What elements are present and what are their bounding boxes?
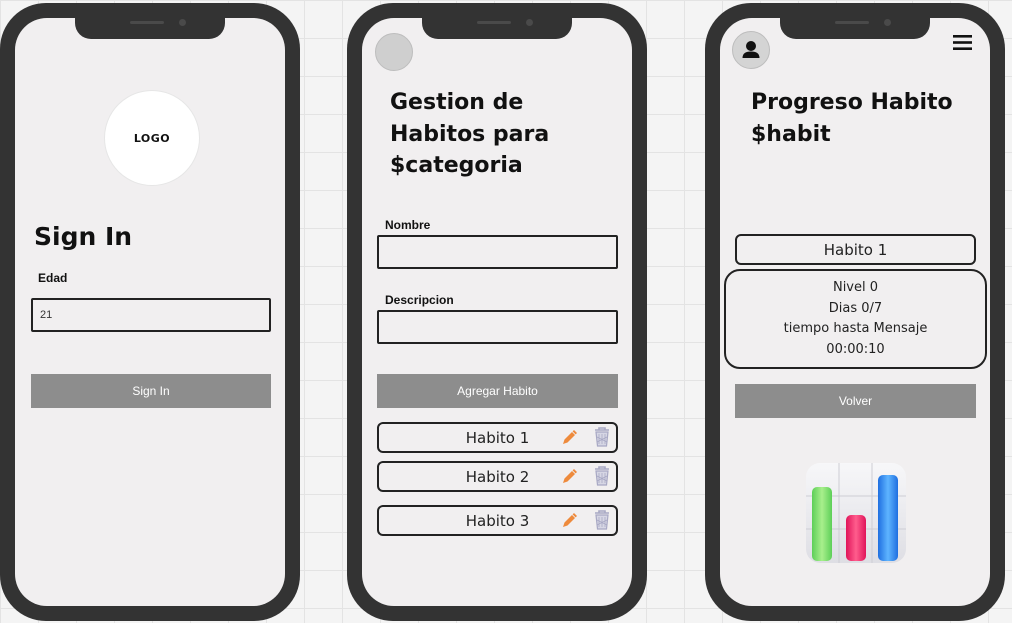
logo: LOGO xyxy=(104,90,200,186)
phone-habits: Gestion de Habitos para $categoria Nombr… xyxy=(347,3,647,621)
habits-title-line1: Gestion de xyxy=(390,90,524,115)
trash-icon[interactable] xyxy=(592,465,612,491)
name-label: Nombre xyxy=(385,218,431,232)
bar-chart-icon xyxy=(806,463,906,563)
name-input[interactable] xyxy=(377,235,618,269)
add-habit-button[interactable]: Agregar Habito xyxy=(377,374,618,408)
hamburger-menu-icon[interactable] xyxy=(953,34,972,51)
trash-icon[interactable] xyxy=(592,426,612,452)
age-input[interactable]: 21 xyxy=(31,298,271,332)
habit-item-label: Habito 2 xyxy=(465,467,530,486)
avatar[interactable] xyxy=(375,33,413,71)
phone-progress: Progreso Habito $habit Habito 1 Nivel 0 … xyxy=(705,3,1005,621)
notch xyxy=(780,13,930,39)
signin-button[interactable]: Sign In xyxy=(31,374,271,408)
habit-item-label: Habito 3 xyxy=(465,511,530,530)
time-label: tiempo hasta Mensaje xyxy=(783,321,928,336)
habit-item[interactable]: Habito 2 xyxy=(377,461,618,492)
notch xyxy=(75,13,225,39)
habit-item-label: Habito 1 xyxy=(465,428,530,447)
habits-title-line3: $categoria xyxy=(390,153,523,178)
user-icon[interactable] xyxy=(732,31,770,69)
description-input[interactable] xyxy=(377,310,618,344)
days-text: Dias 0/7 xyxy=(828,300,883,316)
habit-stats-box: Nivel 0 Dias 0/7 tiempo hasta Mensaje 00… xyxy=(724,269,987,369)
pencil-icon[interactable] xyxy=(560,427,578,451)
trash-icon[interactable] xyxy=(592,509,612,535)
time-value: 00:00:10 xyxy=(826,341,885,357)
pencil-icon[interactable] xyxy=(560,466,578,490)
progress-title-line2: $habit xyxy=(751,121,831,147)
signin-title: Sign In xyxy=(34,222,133,251)
pencil-icon[interactable] xyxy=(560,510,578,534)
level-text: Nivel 0 xyxy=(832,280,879,295)
habits-title-line2: Habitos para xyxy=(390,121,550,147)
phone-signin: LOGO Sign In Edad 21 Sign In xyxy=(0,3,300,621)
notch xyxy=(422,13,572,39)
habit-name-box: Habito 1 xyxy=(735,234,976,265)
habits-title: Gestion de Habitos para $categoria xyxy=(390,87,549,182)
progress-title: Progreso Habito $habit xyxy=(751,87,953,150)
progress-title-line1: Progreso Habito xyxy=(751,90,953,115)
signin-screen: LOGO Sign In Edad 21 Sign In xyxy=(15,18,285,606)
habits-screen: Gestion de Habitos para $categoria Nombr… xyxy=(362,18,632,606)
habit-name: Habito 1 xyxy=(823,240,888,259)
description-label: Descripcion xyxy=(385,293,454,307)
back-button[interactable]: Volver xyxy=(735,384,976,418)
age-label: Edad xyxy=(38,271,68,285)
progress-screen: Progreso Habito $habit Habito 1 Nivel 0 … xyxy=(720,18,990,606)
habit-item[interactable]: Habito 1 xyxy=(377,422,618,453)
habit-item[interactable]: Habito 3 xyxy=(377,505,618,536)
